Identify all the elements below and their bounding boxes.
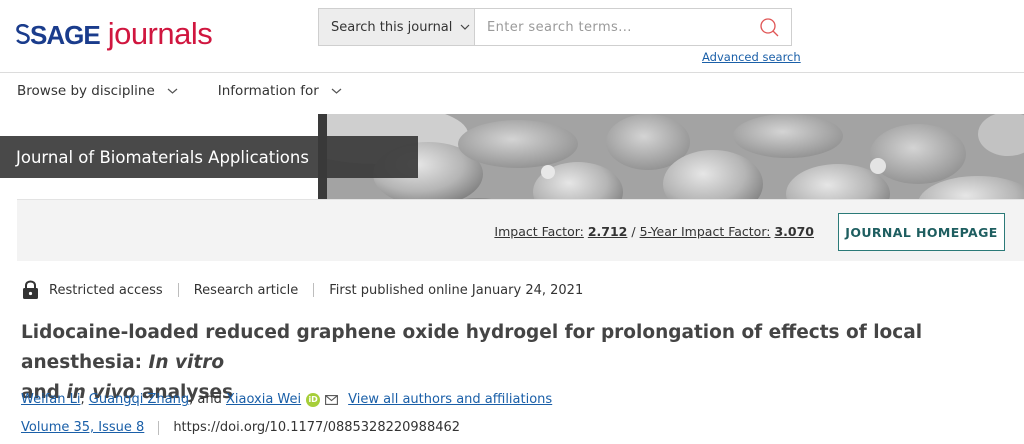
lock-icon bbox=[23, 280, 38, 299]
search-bar: Search this journal bbox=[318, 8, 792, 46]
five-year-impact-label[interactable]: 5-Year Impact Factor: bbox=[640, 224, 771, 239]
main-nav: Browse by discipline Information for bbox=[17, 82, 382, 100]
impact-factor-label[interactable]: Impact Factor: bbox=[494, 224, 583, 239]
nav-item-label: Browse by discipline bbox=[17, 83, 155, 99]
journal-title-bar: Journal of Biomaterials Applications bbox=[0, 136, 418, 178]
search-scope-label: Search this journal bbox=[331, 19, 453, 35]
chevron-down-icon bbox=[460, 24, 470, 30]
volume-info: Volume 35, Issue 8 https://doi.org/10.11… bbox=[21, 420, 460, 435]
meta-divider bbox=[313, 283, 315, 297]
search-icon bbox=[760, 18, 779, 37]
author-link[interactable]: Xiaoxia Wei bbox=[226, 392, 301, 407]
author-list: Weifan Li , Guangqi Zhang , and Xiaoxia … bbox=[21, 392, 552, 407]
search-scope-dropdown[interactable]: Search this journal bbox=[319, 9, 475, 45]
meta-divider bbox=[158, 420, 160, 435]
five-year-impact-value[interactable]: 3.070 bbox=[774, 224, 814, 239]
nav-information-for[interactable]: Information for bbox=[218, 82, 342, 100]
access-status: Restricted access bbox=[49, 282, 163, 298]
search-input[interactable] bbox=[475, 9, 747, 45]
title-italic1: In vitro bbox=[148, 352, 225, 373]
volume-issue-link[interactable]: Volume 35, Issue 8 bbox=[21, 420, 144, 435]
author-separator: , bbox=[80, 392, 89, 407]
sage-logo-text: SAGE bbox=[16, 20, 101, 51]
author-separator: , and bbox=[189, 392, 226, 407]
impact-separator: / bbox=[631, 224, 636, 239]
author-link[interactable]: Weifan Li bbox=[21, 392, 80, 407]
meta-divider bbox=[177, 283, 179, 297]
advanced-search-link[interactable]: Advanced search bbox=[702, 50, 801, 64]
header-divider bbox=[0, 72, 1024, 73]
chevron-down-icon bbox=[167, 88, 178, 94]
article-type: Research article bbox=[193, 282, 299, 298]
impact-factor-value[interactable]: 2.712 bbox=[588, 224, 628, 239]
search-button[interactable] bbox=[747, 9, 791, 45]
orcid-icon[interactable]: iD bbox=[306, 392, 321, 407]
envelope-icon[interactable] bbox=[325, 394, 339, 405]
view-all-authors-link[interactable]: View all authors and affiliations bbox=[348, 392, 552, 407]
chevron-down-icon bbox=[331, 88, 342, 94]
sage-s-mark-icon bbox=[16, 24, 30, 44]
journal-title[interactable]: Journal of Biomaterials Applications bbox=[16, 148, 309, 167]
published-date: First published online January 24, 2021 bbox=[329, 282, 584, 298]
doi-text[interactable]: https://doi.org/10.1177/0885328220988462 bbox=[173, 420, 460, 435]
article-meta: Restricted access Research article First… bbox=[22, 280, 583, 300]
impact-factor-text: Impact Factor: 2.712 / 5-Year Impact Fac… bbox=[494, 224, 814, 239]
journals-logo-text: journals bbox=[107, 16, 213, 51]
journal-homepage-button[interactable]: JOURNAL HOMEPAGE bbox=[838, 213, 1005, 251]
nav-item-label: Information for bbox=[217, 83, 319, 99]
author-link[interactable]: Guangqi Zhang bbox=[89, 392, 189, 407]
sage-journals-logo[interactable]: SAGE journals bbox=[16, 16, 213, 56]
nav-browse-by-discipline[interactable]: Browse by discipline bbox=[17, 82, 178, 100]
